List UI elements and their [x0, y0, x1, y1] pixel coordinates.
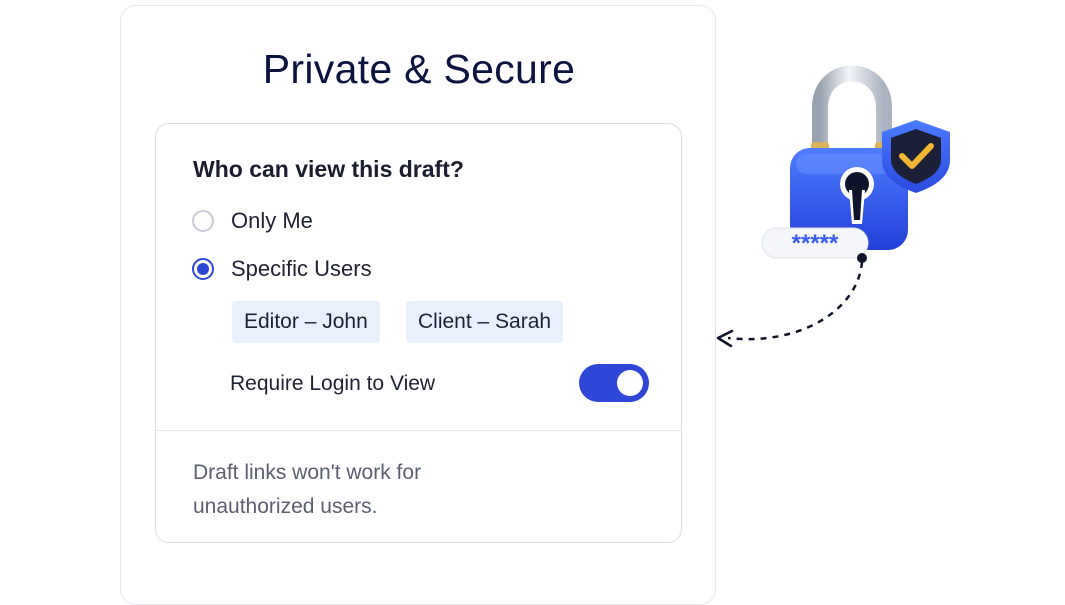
visibility-panel: Who can view this draft? Only Me Specifi… — [155, 123, 682, 543]
require-login-toggle[interactable] — [579, 364, 649, 402]
page-title: Private & Secure — [262, 46, 576, 92]
panel-divider — [156, 430, 681, 431]
radio-button-unchecked[interactable] — [192, 210, 214, 232]
radio-option-only-me[interactable]: Only Me — [192, 207, 313, 235]
require-login-label: Require Login to View — [230, 372, 436, 395]
padlock-shield-icon: ***** — [716, 65, 950, 348]
toggle-knob — [617, 370, 643, 396]
user-chip-editor-john[interactable]: Editor – John — [232, 301, 380, 343]
password-mask: ***** — [792, 230, 839, 257]
radio-label-only-me: Only Me — [231, 208, 313, 233]
radio-option-specific-users[interactable]: Specific Users — [192, 255, 372, 283]
visibility-question: Who can view this draft? — [193, 156, 464, 182]
radio-button-checked[interactable] — [192, 258, 214, 280]
access-footnote: Draft links won't work for unauthorized … — [193, 461, 422, 518]
radio-label-specific-users: Specific Users — [231, 256, 372, 281]
user-chip-client-sarah[interactable]: Client – Sarah — [406, 301, 564, 343]
